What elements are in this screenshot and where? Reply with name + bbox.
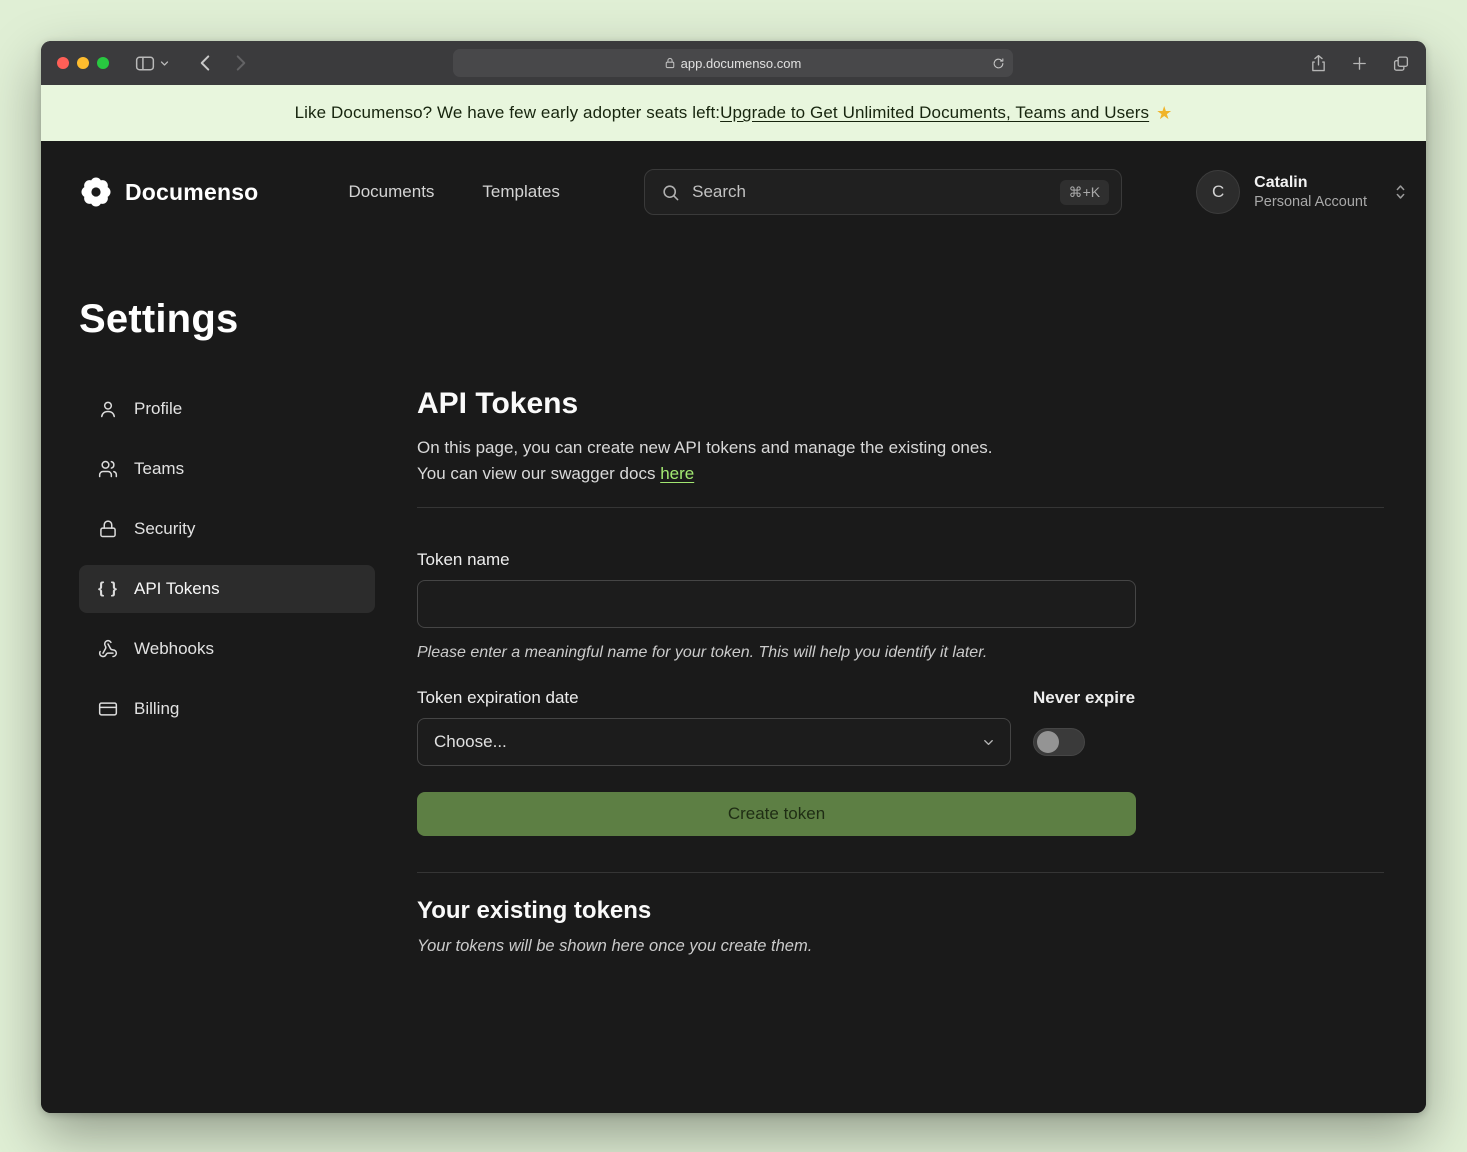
share-icon[interactable] [1310,54,1327,73]
banner-text: Like Documenso? We have few early adopte… [295,103,721,123]
browser-window: app.documenso.com [41,41,1426,1113]
sidebar-item-api-tokens[interactable]: { } API Tokens [79,565,375,613]
divider [417,507,1384,508]
never-expire-label: Never expire [1033,688,1135,708]
minimize-button[interactable] [77,57,89,69]
star-icon: ★ [1156,103,1172,124]
search-shortcut-badge: ⌘+K [1060,180,1110,205]
browser-toolbar: app.documenso.com [41,41,1426,85]
expiration-select[interactable]: Choose... [417,718,1011,766]
search-placeholder: Search [692,182,1047,202]
existing-tokens-title: Your existing tokens [417,897,1384,925]
lock-icon [665,57,675,69]
user-account-type: Personal Account [1254,193,1367,211]
never-expire-toggle[interactable] [1033,728,1085,756]
token-name-hint: Please enter a meaningful name for your … [417,644,1136,662]
users-icon [97,459,119,479]
avatar: C [1196,170,1240,214]
section-description: On this page, you can create new API tok… [417,435,1384,487]
token-name-input[interactable] [417,580,1136,628]
sidebar-toggle-chevron-icon[interactable] [160,60,169,67]
chevron-updown-icon [1393,183,1408,201]
page-title: Settings [79,295,1384,343]
tab-overview-icon[interactable] [1392,55,1410,72]
settings-sidebar: Profile Teams [79,385,375,956]
sidebar-item-teams[interactable]: Teams [79,445,375,493]
zoom-button[interactable] [97,57,109,69]
address-bar[interactable]: app.documenso.com [453,49,1013,77]
existing-tokens-hint: Your tokens will be shown here once you … [417,937,1384,956]
lock-icon [97,519,119,539]
sidebar-item-security[interactable]: Security [79,505,375,553]
create-token-button[interactable]: Create token [417,792,1136,836]
forward-button[interactable] [235,54,247,72]
top-nav: Documents Templates [348,182,559,202]
expiration-label: Token expiration date [417,688,1011,708]
section-title: API Tokens [417,385,1384,423]
app-content: Documenso Documents Templates Search ⌘+K… [41,141,1426,1113]
user-icon [97,399,119,419]
upgrade-link[interactable]: Upgrade to Get Unlimited Documents, Team… [720,103,1149,123]
new-tab-icon[interactable] [1351,55,1368,72]
divider [417,872,1384,873]
sidebar-item-webhooks[interactable]: Webhooks [79,625,375,673]
traffic-lights [57,57,109,69]
back-button[interactable] [199,54,211,72]
sidebar-toggle-icon[interactable] [135,55,155,72]
chevron-down-icon [981,735,996,750]
brand-wordmark: Documenso [125,179,258,206]
search-input[interactable]: Search ⌘+K [644,169,1122,215]
user-menu[interactable]: C Catalin Personal Account [1196,170,1408,214]
sidebar-item-profile[interactable]: Profile [79,385,375,433]
url-text: app.documenso.com [681,56,802,71]
search-icon [661,183,680,202]
close-button[interactable] [57,57,69,69]
token-name-label: Token name [417,550,1136,570]
nav-templates[interactable]: Templates [482,182,559,202]
upgrade-banner: Like Documenso? We have few early adopte… [41,85,1426,141]
sidebar-item-billing[interactable]: Billing [79,685,375,733]
app-header: Documenso Documents Templates Search ⌘+K… [79,141,1408,243]
toggle-knob [1037,731,1059,753]
braces-icon: { } [97,580,119,598]
webhook-icon [97,639,119,659]
swagger-docs-link[interactable]: here [660,464,694,483]
api-tokens-panel: API Tokens On this page, you can create … [417,385,1384,956]
documenso-logo-icon [79,175,113,209]
refresh-icon[interactable] [992,57,1005,70]
brand-logo[interactable]: Documenso [79,175,258,209]
credit-card-icon [97,699,119,719]
nav-documents[interactable]: Documents [348,182,434,202]
user-name: Catalin [1254,173,1367,193]
